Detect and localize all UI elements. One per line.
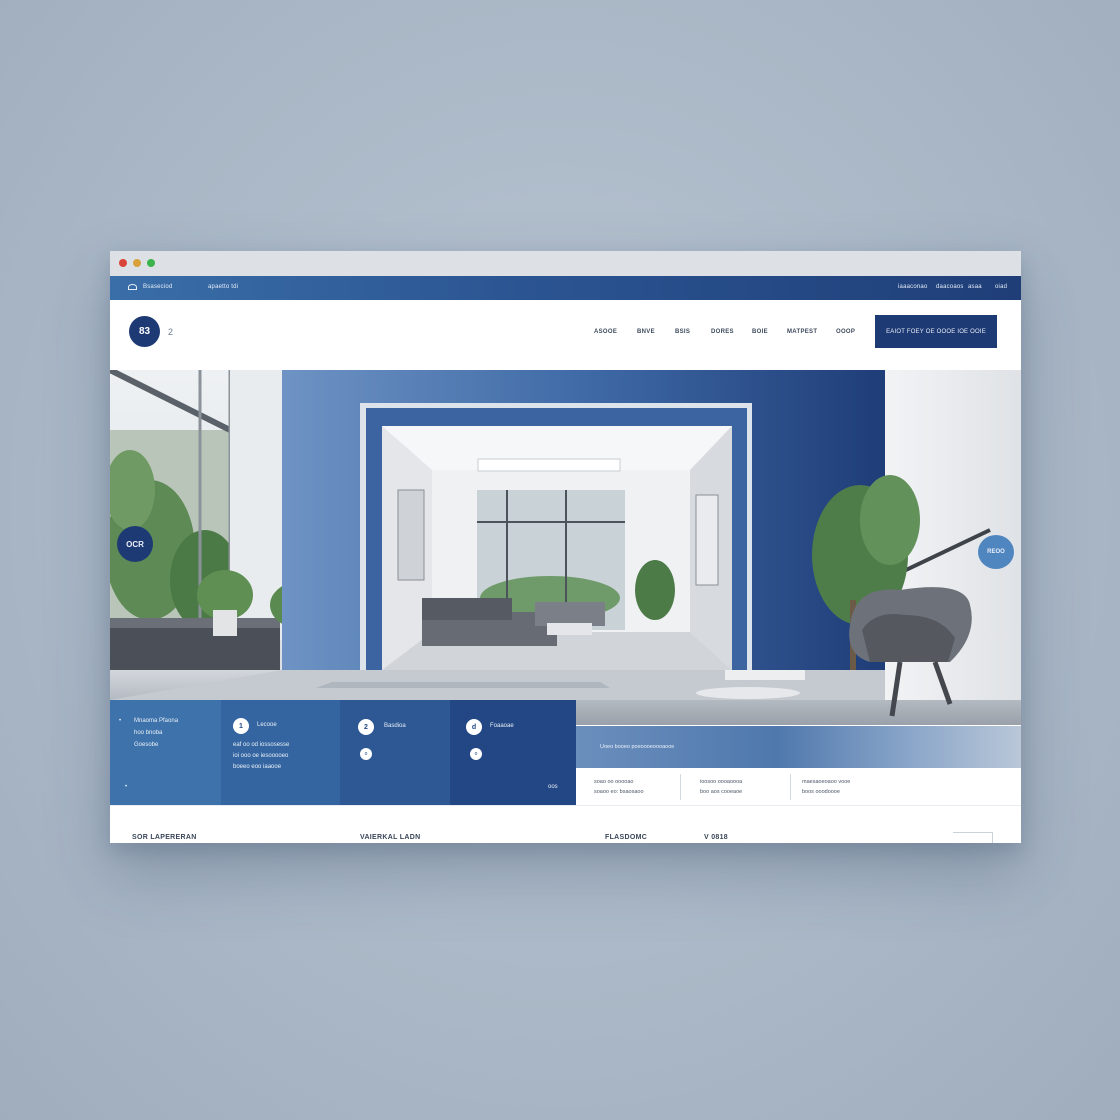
card-sub-icon: o: [360, 748, 372, 760]
info-columns: soao oo ooooao soaoo eo: bsaosaoo ioosoo…: [576, 768, 1021, 805]
footer-item[interactable]: V 0818: [704, 834, 728, 841]
info-line: boos ooodoooe: [802, 789, 840, 795]
info-column: maesaoeoaoo vooe boos ooodoooe: [802, 777, 850, 797]
footer: SOR LAPERERAN VAIERKAL LADN FLASDOMC V 0…: [110, 805, 1021, 843]
divider: [790, 774, 791, 800]
info-line: maesaoeoaoo vooe: [802, 779, 851, 785]
info-line: soao oo ooooao: [594, 779, 634, 785]
hero-left-badge[interactable]: OCR: [117, 526, 153, 562]
strip-text: Uoeo booeo poeoooeoooaooe: [600, 744, 675, 750]
card-sub-icon: o: [470, 748, 482, 760]
hero-right-badge[interactable]: REOO: [978, 535, 1014, 569]
topbar-link[interactable]: oiad: [995, 284, 1007, 290]
hero-image: OCR REOO: [110, 370, 1021, 725]
info-line: soaoo eo: bsaosaoo: [594, 789, 644, 795]
nav-item[interactable]: DORES: [711, 329, 734, 335]
brand-mark-icon: [128, 284, 137, 290]
divider: [680, 774, 681, 800]
bullet-icon: •: [119, 718, 122, 724]
info-line: ioosoo oooaoooa: [700, 779, 743, 785]
feature-cards: • Mnaoma Pfaona hoo bnoba Goesobe • 1 Le…: [110, 700, 576, 805]
footer-item[interactable]: FLASDOMC: [605, 834, 647, 841]
nav-item[interactable]: BOIE: [752, 329, 768, 335]
feature-card[interactable]: 2 Basdioa o: [340, 700, 450, 805]
info-strip: Uoeo booeo poeoooeoooaooe: [576, 726, 1021, 768]
card-title: Lecooe: [257, 722, 277, 728]
interior-illustration: [110, 370, 1021, 725]
browser-chrome: [110, 251, 1021, 276]
card-line: Goesobe: [134, 742, 159, 748]
card-line: eaf oo od iossosesse: [233, 742, 290, 748]
top-info-bar: Bsaseciod apaetto tdi iaaaconao daacoaos…: [110, 276, 1021, 300]
footer-corner-decoration: [953, 832, 993, 843]
topbar-link[interactable]: asaa: [968, 284, 982, 290]
card-number-icon: 1: [233, 718, 249, 734]
topbar-brand: Bsaseciod: [143, 284, 173, 290]
main-navigation: 83 2 ASOOE BNVE BSIS DORES BOIE MATPEST …: [110, 300, 1021, 370]
nav-item[interactable]: OOOP: [836, 329, 855, 335]
nav-item[interactable]: ASOOE: [594, 329, 617, 335]
nav-item[interactable]: BSIS: [675, 329, 690, 335]
footer-item[interactable]: SOR LAPERERAN: [132, 834, 197, 841]
feature-card[interactable]: 1 Lecooe eaf oo od iossosesse ioi ooo oe…: [221, 700, 340, 805]
card-title: Mnaoma Pfaona: [134, 718, 179, 724]
topbar-contact[interactable]: apaetto tdi: [208, 284, 238, 290]
info-column: soao oo ooooao soaoo eo: bsaosaoo: [594, 777, 644, 797]
info-column: ioosoo oooaoooa boo aos cooeaoe: [700, 777, 742, 797]
info-line: boo aos cooeaoe: [700, 789, 743, 795]
card-title: Foaaoae: [490, 723, 514, 729]
nav-item[interactable]: MATPEST: [787, 329, 817, 335]
close-window-button[interactable]: [119, 259, 127, 267]
bullet-icon: •: [125, 784, 128, 790]
minimize-window-button[interactable]: [133, 259, 141, 267]
topbar-link[interactable]: iaaaconao: [898, 284, 928, 290]
card-line: hoo bnoba: [134, 730, 163, 736]
card-number-icon: d: [466, 719, 482, 735]
logo-text: 2: [168, 327, 174, 337]
card-number-icon: 2: [358, 719, 374, 735]
browser-window: Bsaseciod apaetto tdi iaaaconao daacoaos…: [110, 251, 1021, 843]
feature-card[interactable]: • Mnaoma Pfaona hoo bnoba Goesobe •: [110, 700, 221, 805]
maximize-window-button[interactable]: [147, 259, 155, 267]
card-line: ioi ooo oe iesooooeo: [233, 753, 289, 759]
nav-item[interactable]: BNVE: [637, 329, 655, 335]
topbar-link[interactable]: daacoaos: [936, 284, 964, 290]
feature-card[interactable]: d Foaaoae o oos: [450, 700, 576, 805]
card-corner-text: oos: [548, 784, 558, 790]
site-logo[interactable]: 83: [129, 316, 160, 347]
cta-button[interactable]: EAIOT FOEY OE OOOE IOE OOIE: [875, 315, 997, 348]
card-line: boeeo eoo iaaooe: [233, 764, 282, 770]
footer-item[interactable]: VAIERKAL LADN: [360, 834, 420, 841]
card-title: Basdioa: [384, 723, 406, 729]
